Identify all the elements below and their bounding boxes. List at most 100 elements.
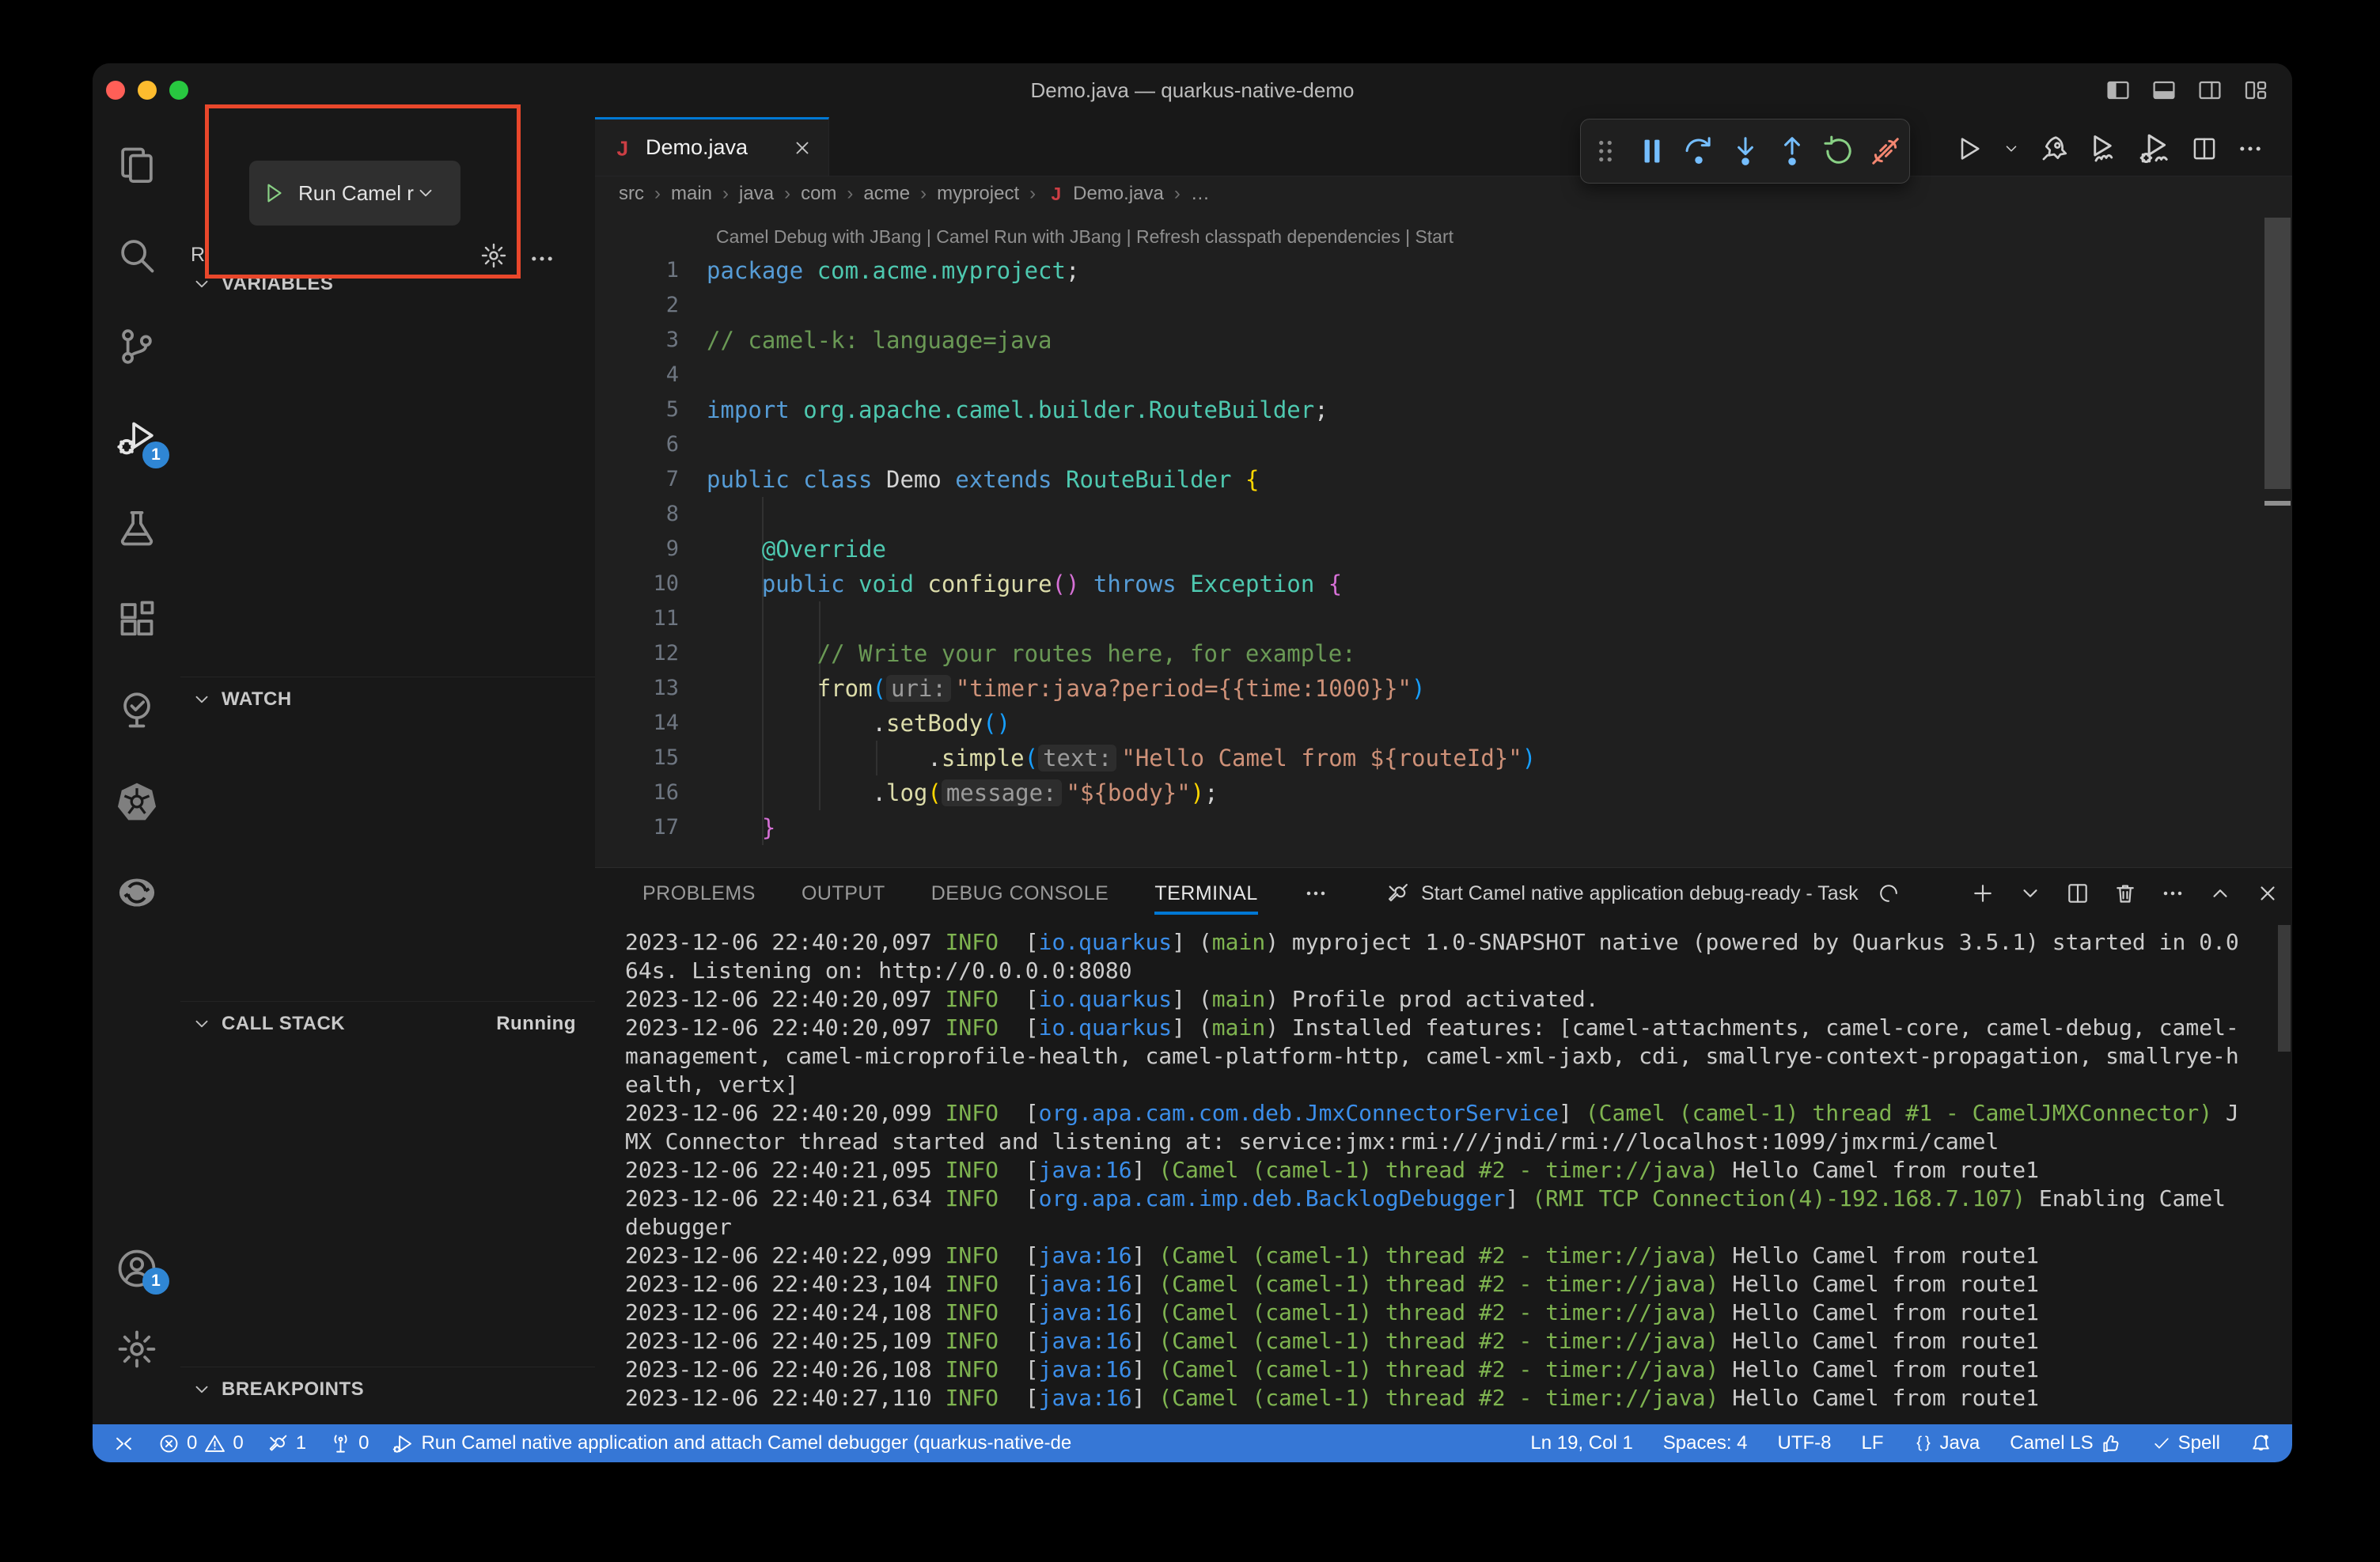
notifications-bell[interactable] [2250, 1433, 2272, 1454]
debug-toolbar-button[interactable] [1869, 135, 1902, 168]
chevron-down-icon [415, 183, 436, 203]
activity-bar-item[interactable]: 1 [93, 392, 180, 483]
panel-tab[interactable]: TERMINAL [1154, 871, 1257, 916]
terminal-line: 2023-12-06 22:40:27,110 INFO [java:16] (… [625, 1384, 2268, 1412]
terminal-action-button[interactable] [2161, 881, 2185, 905]
terminal-scrollbar[interactable] [2278, 925, 2291, 1052]
breadcrumb-item[interactable]: J Demo.java [1046, 183, 1191, 205]
activity-bar-item[interactable] [93, 301, 180, 392]
terminal-action-button[interactable] [2256, 881, 2280, 905]
activity-bar-item[interactable] [93, 847, 180, 938]
call-stack-section-header[interactable]: CALL STACK Running [180, 1001, 595, 1045]
spell-checker-status[interactable]: Spell [2152, 1432, 2220, 1454]
cursor-position[interactable]: Ln 19, Col 1 [1530, 1432, 1632, 1454]
breakpoints-section-header[interactable]: BREAKPOINTS [180, 1367, 595, 1411]
terminal-line: 64s. Listening on: http://0.0.0.0:8080 [625, 957, 2268, 985]
breadcrumb-item[interactable]: com [801, 183, 863, 205]
debug-toolbar-button[interactable] [1635, 135, 1669, 168]
layout-toggle-icon[interactable] [2243, 78, 2268, 103]
debug-toolbar-button[interactable] [1682, 135, 1715, 168]
layout-toggle-icon[interactable] [2105, 78, 2131, 103]
editor-action-button[interactable] [1955, 135, 1984, 163]
editor-action-button[interactable] [2088, 133, 2120, 165]
svg-text:J: J [617, 136, 629, 160]
terminal-action-button[interactable] [2208, 881, 2232, 905]
activity-bar-item[interactable] [93, 574, 180, 665]
zoom-button[interactable] [169, 81, 188, 100]
language-mode[interactable]: Java [1914, 1432, 1980, 1454]
breadcrumb-item[interactable]: java [739, 183, 801, 205]
chevron-down-icon [191, 689, 212, 710]
running-tasks-status[interactable]: 1 [267, 1432, 306, 1454]
code-area[interactable]: 1 package com.acme.myproject; 2 3 // cam… [595, 253, 2261, 845]
indentation[interactable]: Spaces: 4 [1663, 1432, 1748, 1454]
layout-toggle-icon[interactable] [2197, 78, 2223, 103]
problems-status[interactable]: 0 0 [158, 1432, 244, 1454]
close-button[interactable] [106, 81, 125, 100]
code-line: 12 // Write your routes here, for exampl… [595, 636, 2261, 671]
watch-section-header[interactable]: WATCH [180, 677, 595, 721]
camel-ls-status[interactable]: Camel LS [2010, 1432, 2121, 1454]
code-line: 6 [595, 427, 2261, 462]
tab-demo-java[interactable]: J Demo.java [595, 117, 829, 176]
panel-tab[interactable]: DEBUG CONSOLE [931, 871, 1109, 916]
editor-scrollbar[interactable] [2264, 218, 2291, 489]
panel-tab[interactable]: PROBLEMS [642, 871, 756, 916]
activity-bar-item[interactable] [93, 483, 180, 574]
debug-start-icon [392, 1433, 414, 1454]
editor-action-button[interactable] [2191, 135, 2218, 162]
editor-action-button[interactable] [2139, 132, 2172, 165]
terminal-line: 2023-12-06 22:40:20,097 INFO [io.quarkus… [625, 928, 2268, 957]
debug-toolbar-button[interactable] [1822, 135, 1855, 168]
code-line: 4 [595, 358, 2261, 392]
activity-bar-item[interactable] [93, 119, 180, 210]
close-tab-icon[interactable] [792, 138, 813, 158]
code-line: 8 [595, 497, 2261, 532]
activity-bar-item[interactable] [93, 665, 180, 756]
minimize-button[interactable] [138, 81, 157, 100]
remote-icon [113, 1433, 135, 1454]
terminal-action-button[interactable] [1971, 881, 1995, 905]
terminal-action-button[interactable] [2018, 881, 2042, 905]
terminal-line: 2023-12-06 22:40:24,108 INFO [java:16] (… [625, 1299, 2268, 1327]
breadcrumb-item[interactable]: main [671, 183, 739, 205]
debug-toolbar-button[interactable] [1589, 135, 1622, 168]
start-debug-icon[interactable] [262, 181, 286, 205]
eol-sequence[interactable]: LF [1862, 1432, 1884, 1454]
code-line: 15 .simple(text:"Hello Camel from ${rout… [595, 741, 2261, 775]
debug-toolbar-button[interactable] [1776, 135, 1809, 168]
editor-action-button[interactable] [2039, 134, 2069, 164]
check-icon [2152, 1434, 2171, 1453]
terminal-task-title[interactable]: Start Camel native application debug-rea… [1386, 868, 1900, 919]
terminal-action-button[interactable] [2113, 881, 2137, 905]
breadcrumb-item[interactable]: acme [863, 183, 937, 205]
codelens-actions[interactable]: Camel Debug with JBang | Camel Run with … [716, 226, 1453, 248]
activity-bar-item[interactable] [93, 756, 180, 847]
line-number: 7 [595, 462, 679, 497]
encoding[interactable]: UTF-8 [1778, 1432, 1832, 1454]
layout-toggle-icon[interactable] [2151, 78, 2177, 103]
activity-bar-bottom-item[interactable]: 1 [93, 1228, 180, 1309]
panel-tab[interactable]: OUTPUT [802, 871, 885, 916]
terminal-output[interactable]: 2023-12-06 22:40:20,097 INFO [io.quarkus… [625, 928, 2268, 1412]
ports-status[interactable]: 0 [330, 1432, 369, 1454]
editor-action-button[interactable] [2237, 135, 2264, 162]
bottom-panel: PROBLEMS OUTPUT DEBUG CONSOLE TERMINAL Star… [595, 867, 2292, 1424]
debug-session-status[interactable]: Run Camel native application and attach … [392, 1432, 1071, 1454]
ports-icon [330, 1433, 351, 1454]
remote-indicator[interactable] [113, 1433, 135, 1454]
code-line: 17 } [595, 810, 2261, 845]
debug-toolbar-button[interactable] [1729, 135, 1762, 168]
vscode-window: Demo.java — quarkus-native-demo [93, 63, 2292, 1462]
editor-action-button[interactable] [2003, 140, 2020, 157]
activity-bar-item[interactable] [93, 210, 180, 301]
tools-icon [267, 1433, 289, 1454]
launch-config-dropdown[interactable]: Run Camel r [249, 161, 460, 226]
variables-section-header[interactable]: VARIABLES [180, 262, 595, 306]
breadcrumb-item[interactable]: src [619, 183, 671, 205]
breadcrumb-item[interactable]: myproject [937, 183, 1046, 205]
breadcrumb-item[interactable]: … [1191, 183, 1210, 205]
activity-bar-bottom-item[interactable] [93, 1309, 180, 1389]
terminal-action-button[interactable] [2066, 881, 2090, 905]
panel-tabs-more-icon[interactable] [1304, 881, 1328, 905]
